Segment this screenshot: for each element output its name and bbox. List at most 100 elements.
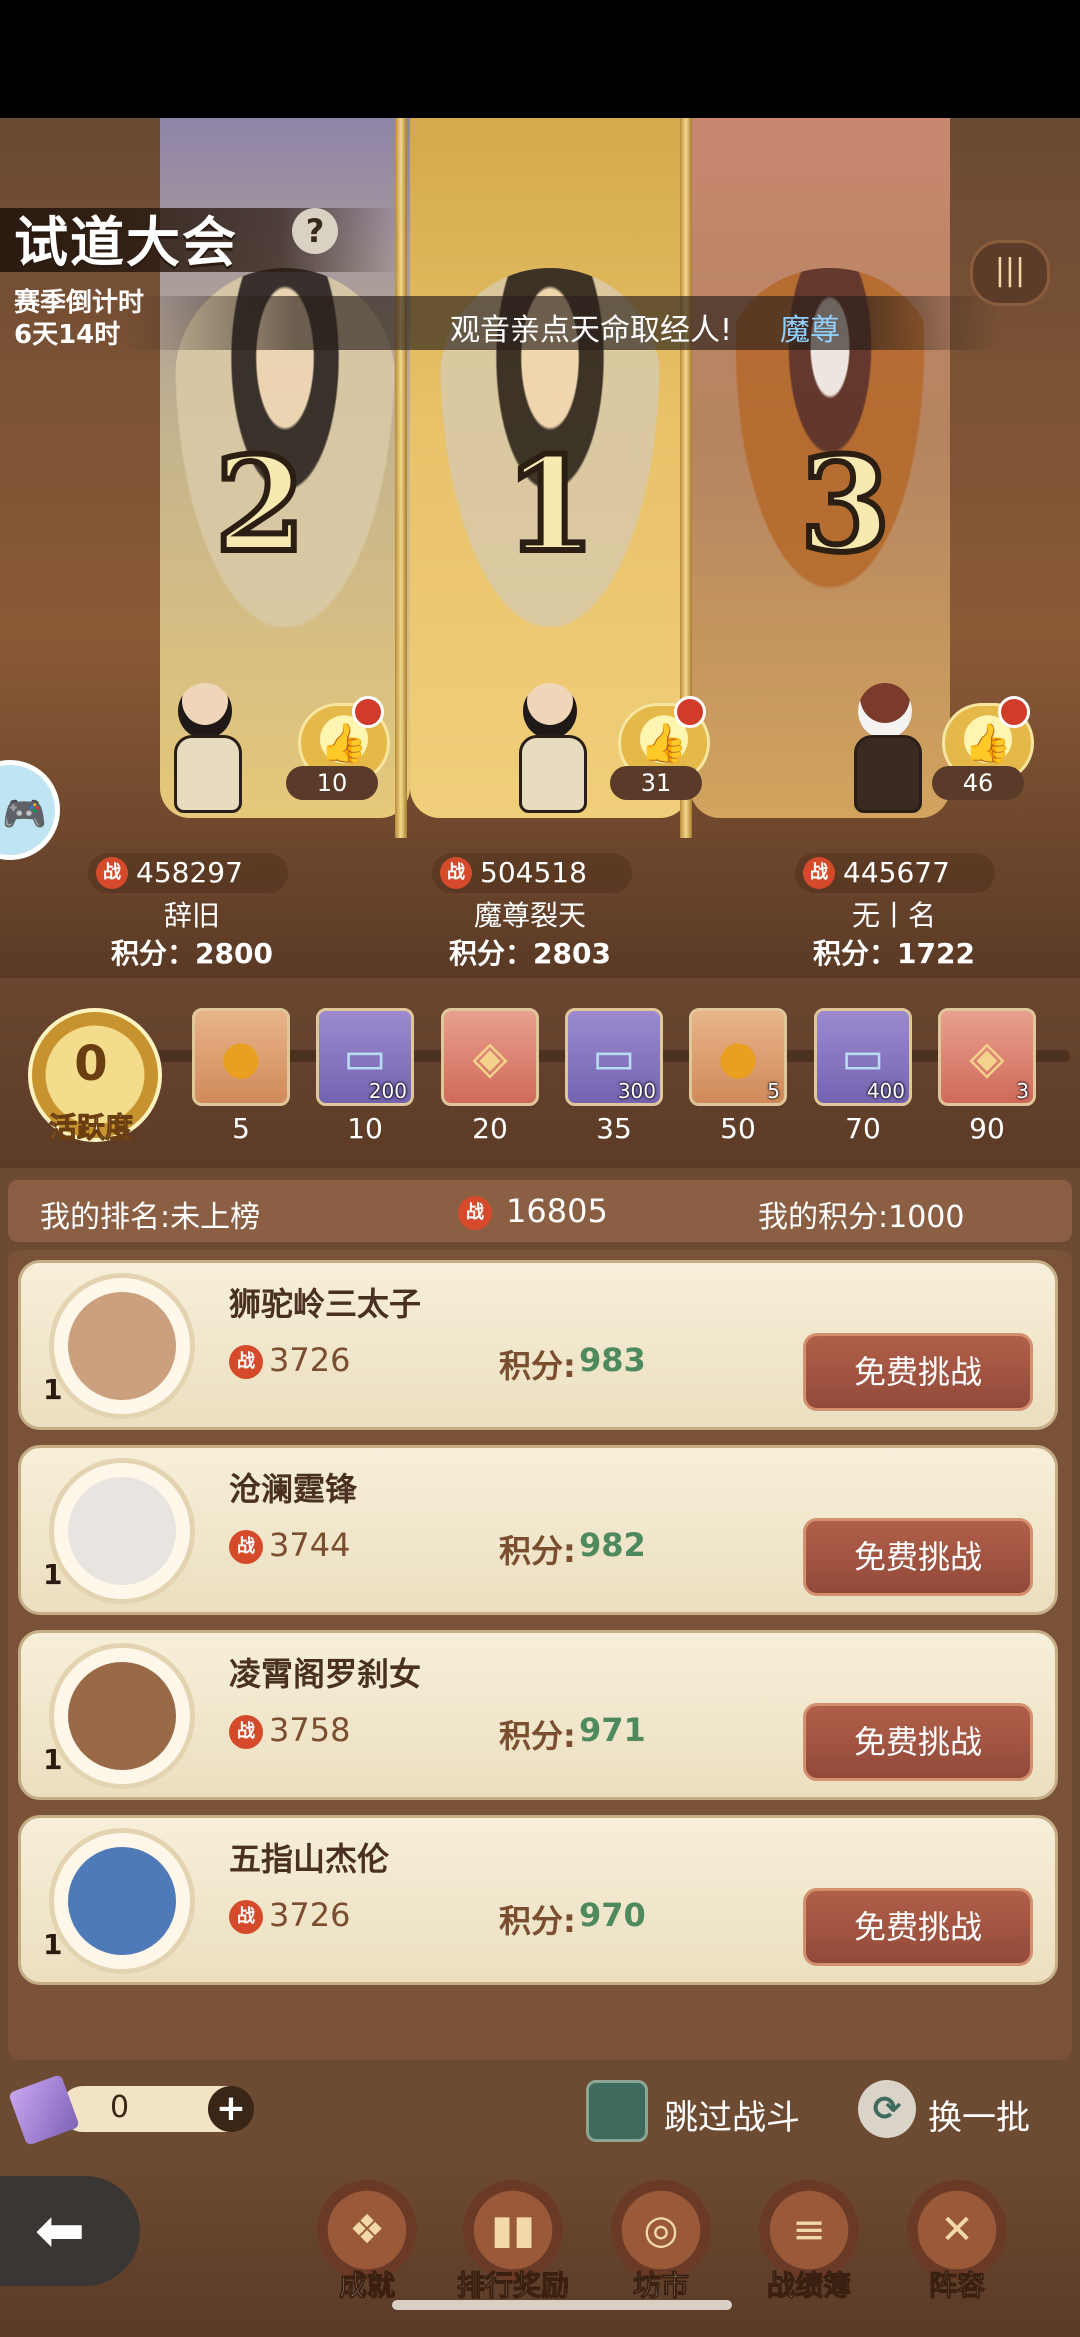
nav-item[interactable]: ◎ 坊市 [606, 2180, 716, 2303]
notification-dot [998, 696, 1030, 728]
power-1: 战 504518 [432, 853, 632, 893]
power-icon: 战 [803, 857, 835, 889]
persimmon-icon: ● [220, 1030, 262, 1084]
nav-label: 坊市 [632, 2269, 689, 2303]
refresh-button[interactable]: 换一批 [928, 2090, 1030, 2139]
my-power: 16805 [506, 1192, 608, 1230]
opponent-score-label: 积分: [499, 1347, 576, 1385]
bar-chart-icon: ||| [994, 253, 1026, 288]
player-name-2: 辞旧 [163, 899, 220, 932]
nav-item[interactable]: ✕ 阵容 [902, 2180, 1012, 2303]
opponent-avatar[interactable] [49, 1458, 195, 1604]
player-score-3: 积分：1722 [813, 937, 975, 970]
add-ticket-button[interactable]: + [208, 2086, 254, 2132]
activity-value: 0 [74, 1036, 108, 1092]
opponent-card: 1 沧澜霆锋战 3744 积分: 982 免费挑战 [18, 1445, 1058, 1615]
opponent-score: 982 [579, 1526, 646, 1564]
thumbs-up-icon: 👍 [320, 720, 368, 765]
avatar-face [68, 1292, 176, 1400]
power-icon: 战 [96, 857, 128, 889]
nav-item[interactable]: ▮▮ 排行奖励 [456, 2180, 570, 2303]
opponent-name: 五指山杰伦 [229, 1840, 390, 1878]
power-3: 战 445677 [795, 853, 995, 893]
opponent-level: 1 [43, 1558, 63, 1591]
player-avatar-2[interactable] [160, 683, 250, 813]
reward-item[interactable]: ● 5 [689, 1008, 787, 1106]
reward-item[interactable]: ▭ 200 [316, 1008, 414, 1106]
power-icon: 战 [229, 1530, 263, 1564]
card-icon: ▭ [343, 1030, 387, 1084]
opponent-avatar[interactable] [49, 1828, 195, 1974]
token-icon: ◈ [472, 1030, 508, 1084]
reward-threshold: 10 [347, 1112, 383, 1145]
opponent-level: 1 [43, 1928, 63, 1961]
reward-threshold: 50 [720, 1112, 756, 1145]
free-challenge-button[interactable]: 免费挑战 [803, 1703, 1033, 1781]
opponent-level: 1 [43, 1743, 63, 1776]
reward-quantity: 300 [617, 1079, 656, 1103]
token-icon: ◈ [969, 1030, 1005, 1084]
help-icon[interactable]: ? [292, 208, 338, 254]
reward-item[interactable]: ● [192, 1008, 290, 1106]
thumbs-up-icon: 👍 [964, 720, 1012, 765]
leaderboard-button[interactable]: ||| [970, 240, 1050, 306]
reward-quantity: 200 [368, 1079, 407, 1103]
reward-threshold: 20 [472, 1112, 508, 1145]
free-challenge-button[interactable]: 免费挑战 [803, 1518, 1033, 1596]
announcement-text: 观音亲点天命取经人! [450, 313, 733, 348]
back-button[interactable]: ⬅ [0, 2176, 140, 2286]
opponent-avatar[interactable] [49, 1273, 195, 1419]
opponent-card: 1 五指山杰伦战 3726 积分: 970 免费挑战 [18, 1815, 1058, 1985]
activity-strip [0, 978, 1080, 1168]
card-icon: ▭ [592, 1030, 636, 1084]
announcement-player: 魔尊 [780, 313, 840, 348]
reward-threshold: 35 [596, 1112, 632, 1145]
power-icon: 战 [440, 857, 472, 889]
rank-number-3: 3 [797, 428, 894, 581]
player-avatar-1[interactable] [505, 683, 595, 813]
opponent-power: 3726 [269, 1341, 351, 1379]
opponent-card: 1 凌霄阁罗刹女战 3758 积分: 971 免费挑战 [18, 1630, 1058, 1800]
nav-item[interactable]: ❖ 成就 [312, 2180, 422, 2303]
persimmon-icon: ● [717, 1030, 759, 1084]
power-icon: 战 [229, 1715, 263, 1749]
ticket-count: 0 [110, 2090, 130, 2125]
activity-label: 活跃度 [48, 1111, 133, 1145]
opponent-avatar[interactable] [49, 1643, 195, 1789]
reward-threshold: 70 [845, 1112, 881, 1145]
player-score-1: 积分：2803 [449, 937, 611, 970]
like-count-1: 31 [610, 766, 702, 800]
opponent-score: 970 [579, 1896, 646, 1934]
season-countdown-value: 6天14时 [14, 320, 121, 350]
free-challenge-button[interactable]: 免费挑战 [803, 1333, 1033, 1411]
power-icon: 战 [458, 1196, 492, 1230]
skip-battle-checkbox[interactable] [586, 2080, 648, 2142]
opponent-score-label: 积分: [499, 1717, 576, 1755]
my-rank: 我的排名:未上榜 [40, 1200, 261, 1235]
home-indicator [392, 2300, 732, 2310]
reward-item[interactable]: ▭ 400 [814, 1008, 912, 1106]
nav-label: 排行奖励 [456, 2269, 569, 2303]
reward-item[interactable]: ▭ 300 [565, 1008, 663, 1106]
notification-dot [352, 696, 384, 728]
nav-label: 成就 [338, 2269, 395, 2303]
player-name-1: 魔尊裂天 [473, 899, 586, 932]
refresh-icon[interactable]: ⟳ [858, 2080, 916, 2138]
opponent-name: 狮驼岭三太子 [229, 1285, 422, 1323]
reward-item[interactable]: ◈ [441, 1008, 539, 1106]
player-score-2: 积分：2800 [111, 937, 273, 970]
reward-quantity: 5 [767, 1079, 780, 1103]
opponent-score: 971 [579, 1711, 646, 1749]
reward-quantity: 3 [1016, 1079, 1029, 1103]
nav-item[interactable]: ≡ 战绩簿 [754, 2180, 864, 2303]
reward-item[interactable]: ◈ 3 [938, 1008, 1036, 1106]
reward-quantity: 400 [866, 1079, 905, 1103]
opponent-card: 1 狮驼岭三太子战 3726 积分: 983 免费挑战 [18, 1260, 1058, 1430]
power-icon: 战 [229, 1900, 263, 1934]
rank-number-1: 1 [502, 428, 599, 581]
power-2: 战 458297 [88, 853, 288, 893]
player-avatar-3[interactable] [840, 683, 930, 813]
skip-battle-label[interactable]: 跳过战斗 [664, 2090, 800, 2139]
free-challenge-button[interactable]: 免费挑战 [803, 1888, 1033, 1966]
notification-dot [674, 696, 706, 728]
